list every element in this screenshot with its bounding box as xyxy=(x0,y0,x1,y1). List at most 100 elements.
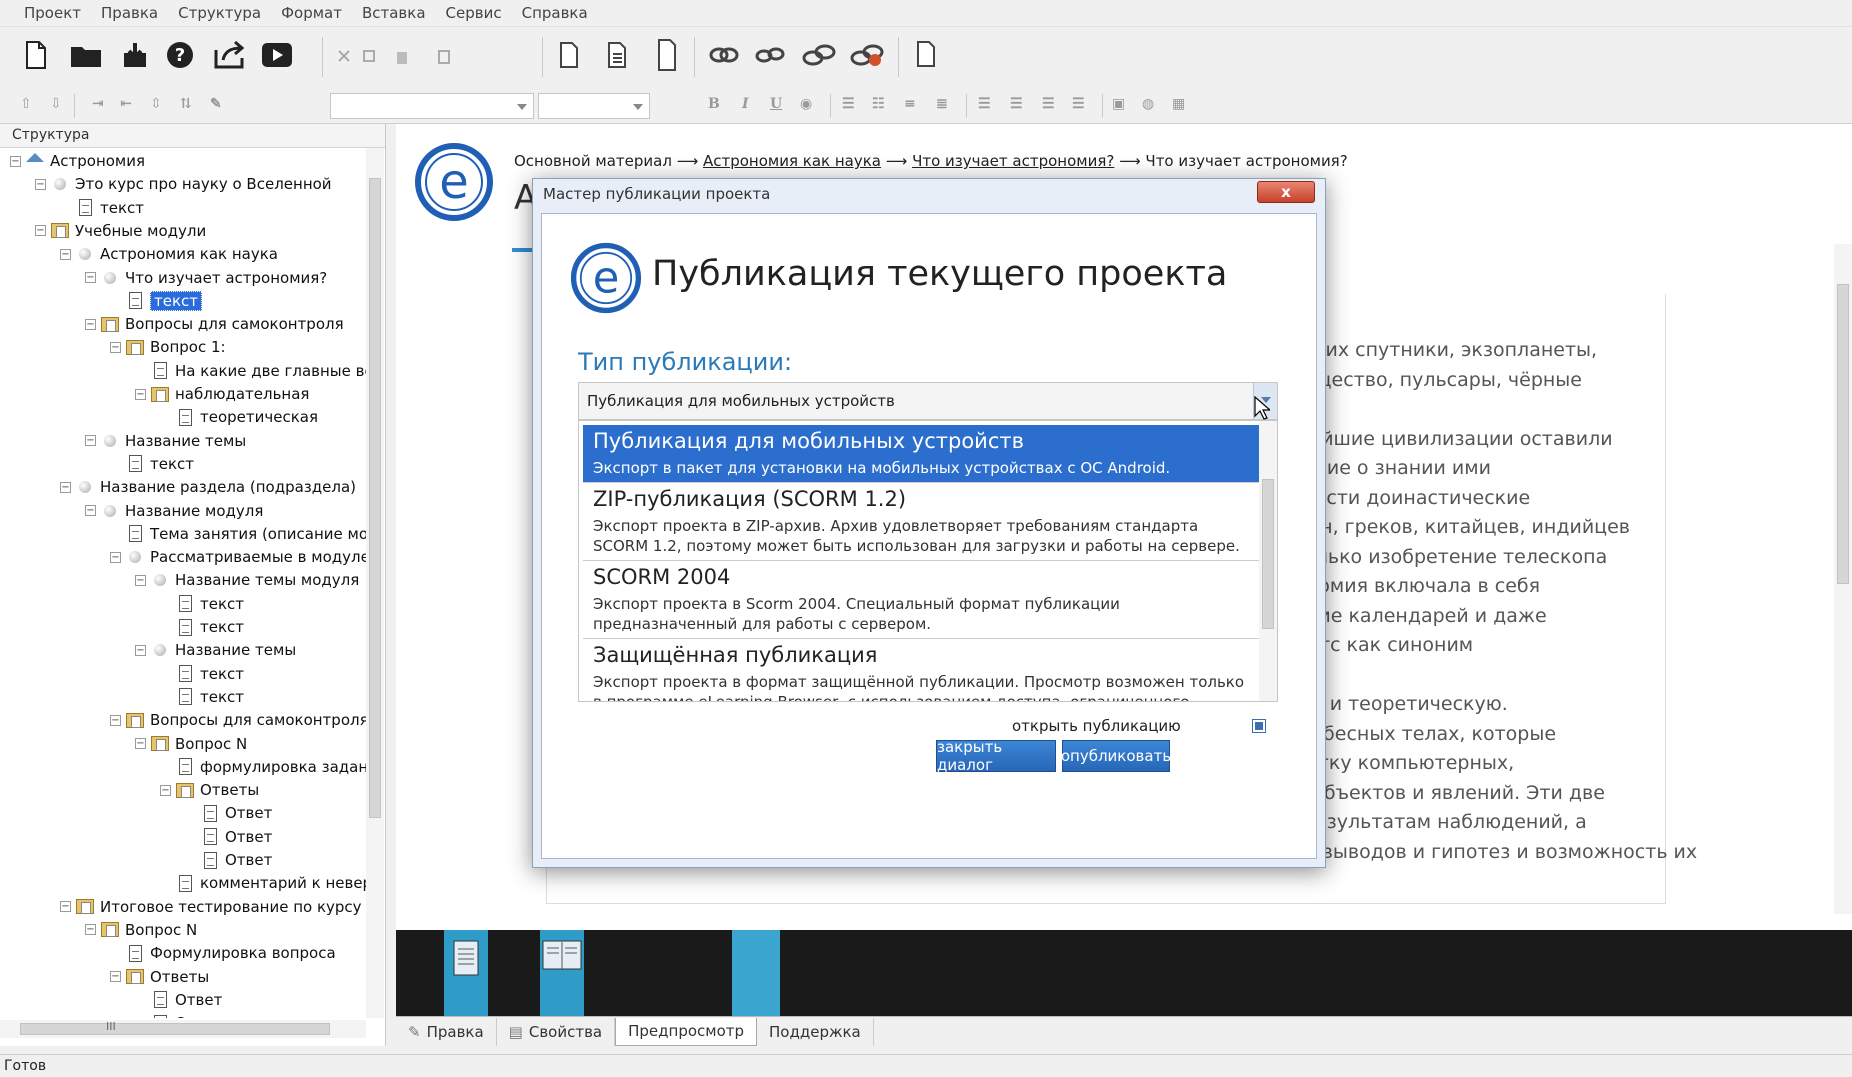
menu-help[interactable]: Справка xyxy=(512,4,598,22)
font-family-select[interactable] xyxy=(330,93,534,119)
underline-icon[interactable]: U xyxy=(770,96,782,112)
arrow-up-icon[interactable]: ⇧ xyxy=(20,96,32,112)
list-scrollbar[interactable] xyxy=(1259,421,1277,701)
tree-node[interactable]: − Это курс про науку о Вселенной xyxy=(35,173,332,195)
bullet-list-icon[interactable]: ☷ xyxy=(872,96,885,112)
page-thumbnail-text[interactable] xyxy=(444,930,488,1016)
bold-icon[interactable]: B xyxy=(708,96,720,112)
expand-toggle-icon[interactable]: − xyxy=(35,178,46,190)
tab-support[interactable]: Поддержка xyxy=(757,1017,874,1046)
tree-node[interactable]: текст xyxy=(110,453,194,475)
page-blank-icon[interactable] xyxy=(654,37,680,73)
option-mobile[interactable]: Публикация для мобильных устройств Экспо… xyxy=(583,425,1259,483)
expand-toggle-icon[interactable]: − xyxy=(110,971,121,982)
tree-node[interactable]: Ответ xyxy=(135,989,222,1011)
tree-node[interactable]: − Название модуля xyxy=(85,500,263,522)
expand-toggle-icon[interactable]: − xyxy=(110,551,121,563)
find-icon[interactable] xyxy=(434,47,454,67)
menu-edit[interactable]: Правка xyxy=(91,4,168,22)
tree-node[interactable]: текст xyxy=(60,197,144,219)
tree-node[interactable]: теоретическая xyxy=(160,406,318,428)
highlight-icon[interactable]: ◉ xyxy=(800,96,812,112)
new-file-icon[interactable] xyxy=(22,39,50,71)
tree-node[interactable]: − Астрономия xyxy=(10,150,145,172)
tree-node[interactable]: текст xyxy=(160,593,244,615)
tree-node[interactable]: − Название темы xyxy=(135,639,296,661)
menu-insert[interactable]: Вставка xyxy=(352,4,436,22)
tree-node[interactable]: текст xyxy=(160,663,244,685)
tree-node[interactable]: текст xyxy=(160,686,244,708)
expand-toggle-icon[interactable]: − xyxy=(85,435,96,447)
tree-node[interactable]: Ответ xyxy=(185,826,272,848)
insert-table-icon[interactable]: ▦ xyxy=(1172,96,1185,112)
option-protected[interactable]: Защищённая публикация Экспорт проекта в … xyxy=(583,639,1259,701)
expand-toggle-icon[interactable]: − xyxy=(135,574,146,586)
tree-node[interactable]: На какие две главные ветв xyxy=(135,360,366,382)
save-icon[interactable] xyxy=(120,39,150,71)
tree-node[interactable]: − Название темы xyxy=(85,430,246,452)
tree-node[interactable]: − Ответы xyxy=(110,966,209,988)
align-center-icon[interactable]: ☰ xyxy=(1010,96,1023,112)
preview-scrollbar[interactable] xyxy=(1834,244,1852,914)
tab-edit[interactable]: ✎ Правка xyxy=(396,1017,497,1046)
tree-node[interactable]: Ответ xyxy=(185,802,272,824)
copy-icon[interactable] xyxy=(360,47,380,67)
tree-node[interactable]: Ответ xyxy=(135,1012,222,1018)
numbered-list-icon[interactable]: ☰ xyxy=(842,96,855,112)
play-icon[interactable] xyxy=(260,39,294,71)
indent-icon[interactable]: ⇥ xyxy=(92,96,104,112)
menu-format[interactable]: Формат xyxy=(271,4,352,22)
align-left-icon[interactable]: ☰ xyxy=(978,96,991,112)
unlink-icon[interactable] xyxy=(754,41,786,69)
breadcrumb-root[interactable]: Основной материал xyxy=(514,152,672,170)
arrow-down-icon[interactable]: ⇩ xyxy=(50,96,62,112)
page-add-icon[interactable] xyxy=(556,39,582,71)
tree-node[interactable]: формулировка задани xyxy=(160,756,366,778)
tree-node[interactable]: − Ответы xyxy=(160,779,259,801)
expand-toggle-icon[interactable]: − xyxy=(85,272,96,283)
tree-node[interactable]: − Название темы модуля xyxy=(135,569,359,591)
multi-link-icon[interactable] xyxy=(800,39,838,71)
align-right-icon[interactable]: ☰ xyxy=(1042,96,1055,112)
tree-node[interactable]: − Вопросы для самоконтроля xyxy=(110,709,366,731)
publish-button[interactable]: опубликовать xyxy=(1061,740,1171,772)
tree-node[interactable]: − Что изучает астрономия? xyxy=(85,267,327,289)
expand-toggle-icon[interactable]: − xyxy=(135,388,146,400)
tree-node[interactable]: текст xyxy=(160,616,244,638)
outdent-icon[interactable]: ⇤ xyxy=(120,96,132,112)
tree-node[interactable]: − Вопрос N xyxy=(85,919,197,941)
dialog-close-button[interactable]: x xyxy=(1257,181,1315,203)
page-text-icon[interactable] xyxy=(604,39,630,71)
increase-indent-icon[interactable]: ≣ xyxy=(936,96,948,112)
font-size-select[interactable] xyxy=(538,93,650,119)
tree-node[interactable]: комментарий к неверн xyxy=(160,872,366,894)
menu-structure[interactable]: Структура xyxy=(168,4,271,22)
expand-toggle-icon[interactable]: − xyxy=(60,481,71,493)
option-zip-scorm[interactable]: ZIP-публикация (SCORM 1.2) Экспорт проек… xyxy=(583,483,1259,561)
expand-toggle-icon[interactable]: − xyxy=(110,714,121,726)
move-icon[interactable]: ⇳ xyxy=(150,96,162,112)
decrease-indent-icon[interactable]: ≡ xyxy=(904,96,916,112)
expand-toggle-icon[interactable]: − xyxy=(60,901,71,913)
share-icon[interactable] xyxy=(212,39,248,71)
publication-type-select[interactable]: Публикация для мобильных устройств xyxy=(578,382,1278,420)
tree-node[interactable]: − Рассматриваемые в модуле т xyxy=(110,546,366,568)
open-publication-checkbox[interactable] xyxy=(1252,719,1266,733)
insert-image-icon[interactable]: ▣ xyxy=(1112,96,1125,112)
tree-node[interactable]: Формулировка вопроса xyxy=(110,942,336,964)
cut-icon[interactable] xyxy=(334,47,354,67)
tree-node[interactable]: текст xyxy=(110,290,203,312)
tree-node[interactable]: − Астрономия как наука xyxy=(60,243,278,265)
tree-node[interactable]: − Учебные модули xyxy=(35,220,206,242)
open-folder-icon[interactable] xyxy=(68,39,104,71)
tree-node[interactable]: Ответ xyxy=(185,849,272,871)
edit-node-icon[interactable]: ✎ xyxy=(210,96,222,112)
link-icon[interactable] xyxy=(708,41,740,69)
expand-toggle-icon[interactable]: − xyxy=(10,155,21,167)
expand-toggle-icon[interactable]: − xyxy=(35,225,46,237)
page-properties-icon[interactable] xyxy=(914,39,938,69)
menu-project[interactable]: Проект xyxy=(14,4,91,22)
expand-toggle-icon[interactable]: − xyxy=(110,341,121,353)
align-justify-icon[interactable]: ☰ xyxy=(1072,96,1085,112)
tree-node[interactable]: − наблюдательная xyxy=(135,383,309,405)
